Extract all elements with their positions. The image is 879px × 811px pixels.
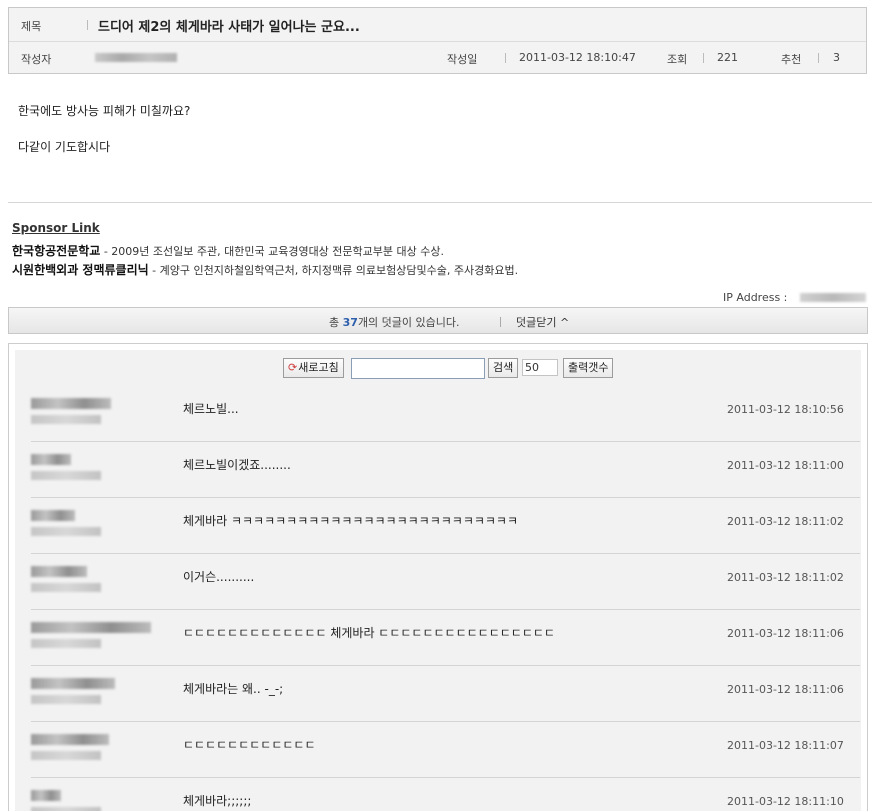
comment-text: 체게바라;;;;;; — [183, 794, 252, 808]
title-row: 제목 드디어 제2의 체게바라 사태가 일어나는 군요... — [9, 8, 866, 42]
comment-date: 2011-03-12 18:11:06 — [727, 683, 844, 696]
commenter-name-redacted — [31, 454, 71, 465]
comment-text: 이거슨.......... — [183, 570, 255, 584]
output-count-button[interactable]: 출력갯수 — [563, 358, 614, 378]
commenter-name-redacted — [31, 678, 115, 689]
sponsor-item[interactable]: 시원한백외과 정맥류클리닉 - 계양구 인천지하철임학역근처, 하지정맥류 의료… — [12, 261, 518, 278]
commenter-name-redacted — [31, 622, 151, 633]
commenter-email-redacted — [31, 471, 101, 480]
refresh-label: 새로고침 — [298, 361, 339, 374]
author-label: 작성자 — [21, 53, 52, 66]
comment-row: ㄷㄷㄷㄷㄷㄷㄷㄷㄷㄷㄷㄷㄷ 체게바라 ㄷㄷㄷㄷㄷㄷㄷㄷㄷㄷㄷㄷㄷㄷㄷㄷ 2011… — [31, 610, 860, 666]
comment-date: 2011-03-12 18:11:02 — [727, 571, 844, 584]
commenter-name-redacted — [31, 566, 87, 577]
divider — [87, 20, 88, 30]
comment-date: 2011-03-12 18:11:02 — [727, 515, 844, 528]
comment-count: 37 — [342, 316, 358, 329]
meta-row: 작성자 작성일 2011-03-12 18:10:47 조회 221 추천 3 — [9, 42, 866, 74]
commenter-email-redacted — [31, 807, 101, 811]
commenter-name-redacted — [31, 398, 111, 409]
comment-date: 2011-03-12 18:11:00 — [727, 459, 844, 472]
commenter-name-redacted — [31, 734, 109, 745]
comment-date: 2011-03-12 18:10:56 — [727, 403, 844, 416]
sponsor-name[interactable]: 한국항공전문학교 — [12, 244, 100, 258]
date-label: 작성일 — [447, 53, 478, 66]
comment-row: 체르노빌... 2011-03-12 18:10:56 — [31, 386, 860, 442]
ip-redacted — [800, 293, 866, 302]
search-input[interactable] — [351, 358, 485, 379]
sponsor-desc: - 2009년 조선일보 주관, 대한민국 교육경영대상 전문학교부분 대상 수… — [100, 245, 444, 258]
author-name-redacted — [95, 53, 177, 62]
refresh-button[interactable]: ⟳새로고침 — [283, 358, 344, 378]
comment-count-text: 총 37개의 덧글이 있습니다. — [329, 314, 460, 330]
toggle-comments-button[interactable]: 덧글닫기 ^ — [516, 314, 569, 330]
divider — [505, 53, 506, 63]
comment-text: 체르노빌... — [183, 402, 239, 416]
commenter-email-redacted — [31, 583, 101, 592]
sponsor-title: Sponsor Link — [12, 221, 100, 235]
commenter-email-redacted — [31, 527, 101, 536]
recommend-label: 추천 — [781, 53, 802, 66]
comment-text: ㄷㄷㄷㄷㄷㄷㄷㄷㄷㄷㄷㄷ — [183, 738, 316, 752]
post-title: 드디어 제2의 체게바라 사태가 일어나는 군요... — [98, 20, 360, 35]
commenter-email-redacted — [31, 415, 101, 424]
divider — [818, 53, 819, 63]
comment-row: 체게바라;;;;;; 2011-03-12 18:11:10 — [31, 778, 860, 811]
comment-summary-bar: 총 37개의 덧글이 있습니다. 덧글닫기 ^ — [8, 307, 868, 334]
commenter-name-redacted — [31, 510, 75, 521]
comment-row: 체게바라는 왜.. -_-; 2011-03-12 18:11:06 — [31, 666, 860, 722]
comment-row: ㄷㄷㄷㄷㄷㄷㄷㄷㄷㄷㄷㄷ 2011-03-12 18:11:07 — [31, 722, 860, 778]
comment-row: 체르노빌이겠죠........ 2011-03-12 18:11:00 — [31, 442, 860, 498]
divider — [500, 317, 501, 327]
commenter-email-redacted — [31, 639, 101, 648]
comment-count-suffix: 개의 덧글이 있습니다. — [357, 316, 460, 329]
search-button[interactable]: 검색 — [488, 358, 519, 378]
post-date: 2011-03-12 18:10:47 — [519, 51, 636, 64]
sponsor-name[interactable]: 시원한백외과 정맥류클리닉 — [12, 263, 149, 277]
views-label: 조회 — [667, 53, 688, 66]
comment-text: 체르노빌이겠죠........ — [183, 458, 291, 472]
comment-date: 2011-03-12 18:11:10 — [727, 795, 844, 808]
title-label: 제목 — [21, 20, 42, 33]
post-header: 제목 드디어 제2의 체게바라 사태가 일어나는 군요... 작성자 작성일 2… — [8, 7, 867, 74]
commenter-email-redacted — [31, 695, 101, 704]
comment-row: 체게바라 ㅋㅋㅋㅋㅋㅋㅋㅋㅋㅋㅋㅋㅋㅋㅋㅋㅋㅋㅋㅋㅋㅋㅋㅋㅋㅋ 2011-03-… — [31, 498, 860, 554]
commenter-name-redacted — [31, 790, 61, 801]
post-body-line: 한국에도 방사능 피해가 미칠까요? — [18, 104, 191, 118]
comment-row: 이거슨.......... 2011-03-12 18:11:02 — [31, 554, 860, 610]
comment-text: 체게바라 ㅋㅋㅋㅋㅋㅋㅋㅋㅋㅋㅋㅋㅋㅋㅋㅋㅋㅋㅋㅋㅋㅋㅋㅋㅋㅋ — [183, 514, 519, 528]
divider — [703, 53, 704, 63]
refresh-icon: ⟳ — [288, 361, 298, 374]
commenter-email-redacted — [31, 751, 101, 760]
ip-label: IP Address : — [723, 291, 788, 304]
sponsor-item[interactable]: 한국항공전문학교 - 2009년 조선일보 주관, 대한민국 교육경영대상 전문… — [12, 242, 444, 259]
sponsor-desc: - 계양구 인천지하철임학역근처, 하지정맥류 의료보험상담및수술, 주사경화요… — [148, 264, 519, 277]
comments-panel: ⟳새로고침 검색 50 출력갯수 체르노빌... 2011-03-12 18:1… — [8, 343, 868, 811]
comment-date: 2011-03-12 18:11:06 — [727, 627, 844, 640]
comment-text: 체게바라는 왜.. -_-; — [183, 682, 284, 696]
comment-count-prefix: 총 — [329, 316, 343, 329]
comments-list: ⟳새로고침 검색 50 출력갯수 체르노빌... 2011-03-12 18:1… — [15, 350, 861, 811]
divider — [8, 202, 872, 203]
comment-text: ㄷㄷㄷㄷㄷㄷㄷㄷㄷㄷㄷㄷㄷ 체게바라 ㄷㄷㄷㄷㄷㄷㄷㄷㄷㄷㄷㄷㄷㄷㄷㄷ — [183, 626, 555, 640]
post-body-line: 다같이 기도합시다 — [18, 140, 111, 154]
recommend-count: 3 — [833, 51, 840, 64]
views-count: 221 — [717, 51, 738, 64]
output-count-input[interactable]: 50 — [522, 359, 558, 376]
comment-date: 2011-03-12 18:11:07 — [727, 739, 844, 752]
